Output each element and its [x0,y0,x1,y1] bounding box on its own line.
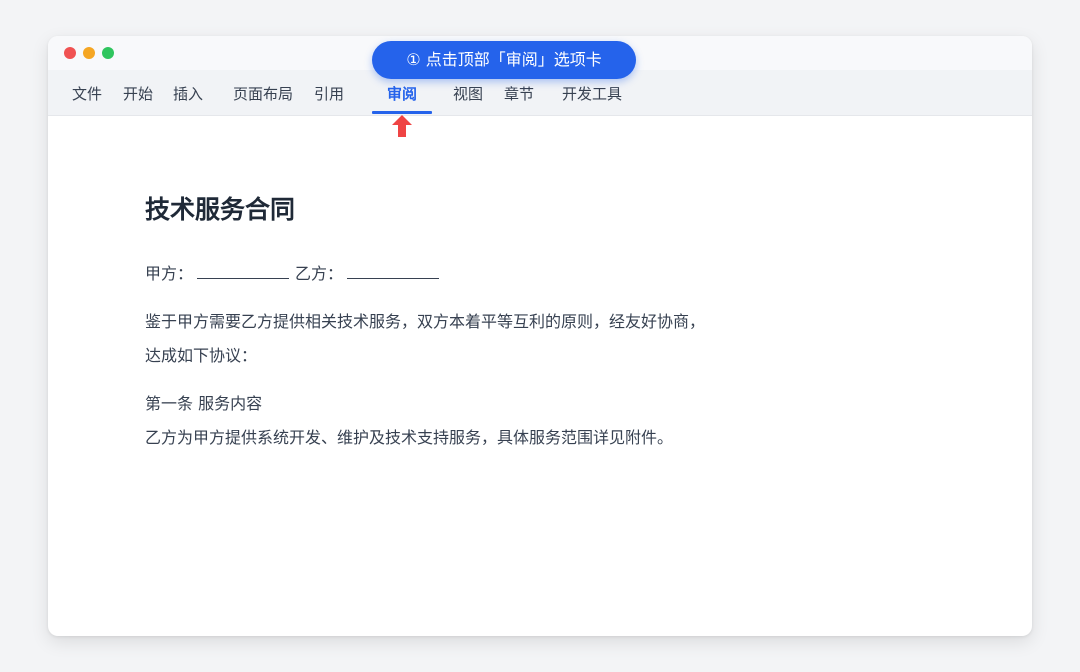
party-b-blank[interactable] [347,264,440,279]
party-a-blank[interactable] [197,264,290,279]
active-tab-indicator [372,111,432,114]
close-window-button[interactable] [64,47,76,59]
paragraph-1-line-2: 达成如下协议： [145,346,258,365]
menu-developer-tools[interactable]: 开发工具 [562,83,622,104]
maximize-window-button[interactable] [102,47,114,59]
document-window: 文件 开始 插入 页面布局 引用 审阅 视图 章节 开发工具 技术服务合同 甲方… [48,36,1032,636]
article-1-text: 乙方为甲方提供系统开发、维护及技术支持服务，具体服务范围详见附件。 [145,428,674,447]
menu-review[interactable]: 审阅 [387,83,417,104]
menu-insert[interactable]: 插入 [173,83,203,104]
minimize-window-button[interactable] [83,47,95,59]
menu-references[interactable]: 引用 [314,83,344,104]
paragraph-1-line-1: 鉴于甲方需要乙方提供相关技术服务，双方本着平等互利的原则，经友好协商， [145,312,706,331]
article-1-heading: 第一条 服务内容 [145,394,263,413]
party-a-label: 甲方： [145,264,194,283]
document-title: 技术服务合同 [145,195,296,224]
menu-page-layout[interactable]: 页面布局 [233,83,293,104]
guide-tooltip: ① 点击顶部「审阅」选项卡 [372,41,636,79]
up-arrow-icon [392,115,412,137]
menu-section[interactable]: 章节 [504,83,534,104]
menu-view[interactable]: 视图 [453,83,483,104]
menu-home[interactable]: 开始 [123,83,153,104]
parties-line: 甲方： 乙方： [145,260,445,284]
party-b-label: 乙方： [295,264,344,283]
menu-file[interactable]: 文件 [72,83,102,104]
